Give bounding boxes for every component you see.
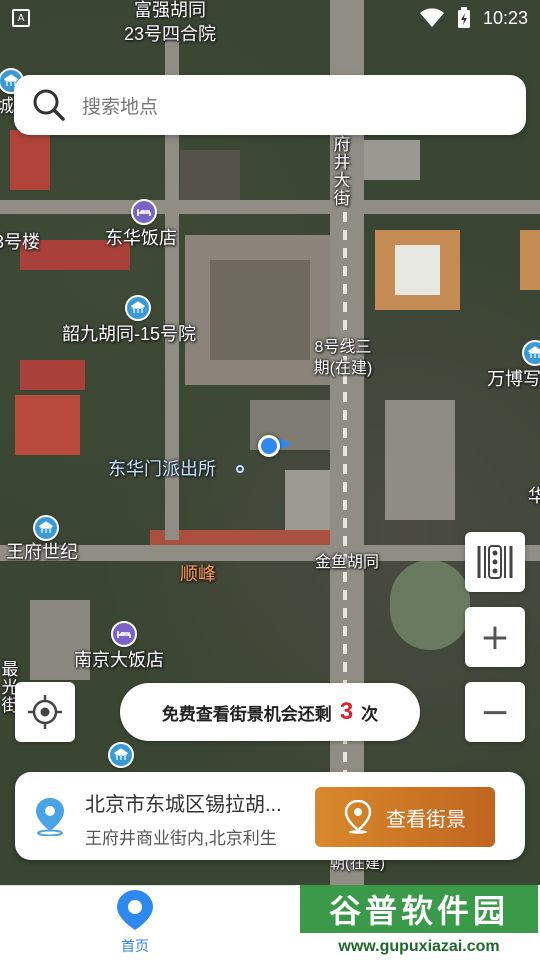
free-views-prefix: 免费查看街景机会还剩 [161, 704, 332, 724]
map-poi-dot [236, 465, 244, 473]
nav-home[interactable]: 首页 [100, 888, 170, 960]
map-pin-icon [344, 800, 372, 834]
map-label[interactable]: 韶九胡同-15号院 [62, 324, 196, 345]
map-label-police[interactable]: 东华门派出所 [108, 459, 216, 480]
clock: 10:23 [482, 7, 528, 28]
map-layers-button[interactable] [465, 532, 525, 592]
location-pin-icon [36, 798, 64, 836]
search-input[interactable]: 搜索地点 [82, 92, 158, 119]
hotel-icon[interactable] [131, 199, 157, 225]
status-bar: A 10:23 [0, 0, 540, 36]
map-label[interactable]: 城 [0, 96, 14, 117]
map-block [15, 395, 80, 455]
bank-icon[interactable] [33, 515, 59, 541]
map-label[interactable]: 万博写 [487, 369, 540, 390]
home-pin-icon [117, 890, 153, 930]
location-card[interactable]: 北京市东城区锡拉胡... 王府井商业街内,北京利生 查看街景 [15, 772, 525, 860]
zoom-out-button[interactable]: − [465, 682, 525, 742]
map-block [390, 560, 470, 650]
heading-arrow-icon [278, 438, 292, 450]
watermark: 谷普软件园 www.gupuxiazai.com [296, 885, 540, 960]
map-block [180, 150, 240, 200]
map-block [360, 140, 420, 180]
watermark-title: 谷普软件园 [300, 885, 538, 933]
map-block [10, 130, 50, 190]
map-block [20, 360, 85, 390]
address-title: 北京市东城区锡拉胡... [85, 794, 282, 816]
map-label[interactable]: 东华饭店 [105, 228, 177, 249]
battery-icon [457, 7, 470, 28]
map-block [520, 230, 540, 290]
bank-icon[interactable] [108, 742, 134, 768]
watermark-url: www.gupuxiazai.com [338, 938, 500, 955]
map-label[interactable]: 南京大饭店 [74, 650, 164, 671]
bank-icon[interactable] [125, 295, 151, 321]
map-label[interactable]: 3号楼 [0, 232, 40, 253]
map-label[interactable]: 8号线三 [302, 339, 384, 357]
map-label[interactable]: 期(在建) [302, 360, 384, 378]
search-icon [33, 89, 65, 121]
map-block [210, 260, 310, 360]
map-label[interactable]: 王府世纪 [6, 542, 78, 563]
view-street-button[interactable]: 查看街景 [315, 787, 495, 847]
map-block [395, 245, 440, 295]
free-views-count: 3 [339, 698, 354, 725]
crosshair-icon [28, 695, 62, 729]
map-label[interactable]: 华 [528, 486, 540, 507]
map-label[interactable]: 金鱼胡同 [315, 554, 379, 572]
map-label-restaurant[interactable]: 顺峰 [180, 564, 216, 585]
zoom-in-button[interactable]: + [465, 607, 525, 667]
map-label[interactable]: 府井大街 [330, 135, 350, 207]
map-road [0, 200, 540, 214]
nav-home-label: 首页 [121, 938, 149, 954]
view-street-label: 查看街景 [386, 808, 466, 831]
locate-me-button[interactable] [15, 682, 75, 742]
search-bar[interactable]: 搜索地点 [14, 75, 526, 135]
map-block [385, 400, 455, 520]
hotel-icon[interactable] [111, 621, 137, 647]
map-road [0, 545, 540, 561]
free-views-suffix: 次 [361, 704, 379, 724]
notification-a-icon: A [12, 9, 30, 27]
address-detail: 王府井商业街内,北京利生 [85, 829, 277, 848]
bank-icon[interactable] [522, 340, 540, 366]
wifi-icon [419, 8, 444, 27]
street-layers-icon [477, 545, 513, 579]
free-views-remaining: 免费查看街景机会还剩 3 次 [120, 683, 420, 741]
current-location-marker [258, 435, 280, 457]
